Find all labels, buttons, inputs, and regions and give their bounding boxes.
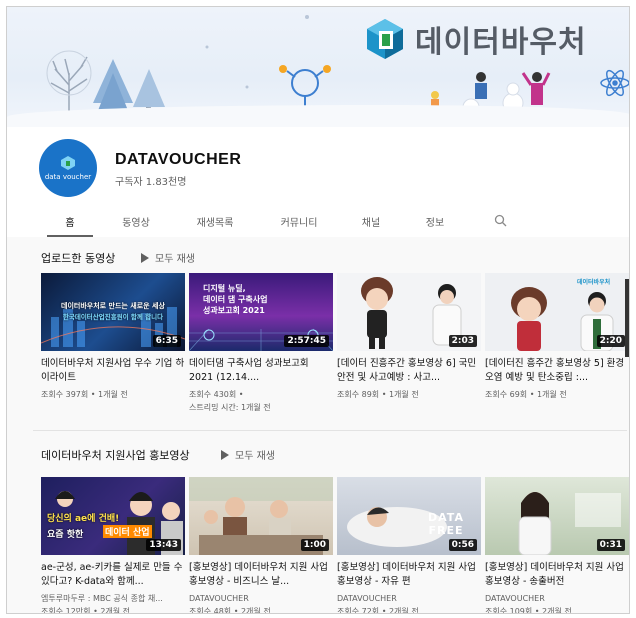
video-meta: 조회수 12만회 • 2개월 전 <box>41 607 131 614</box>
play-icon <box>141 252 149 263</box>
video-meta: 조회수 430회 • <box>189 390 244 399</box>
play-icon <box>221 449 229 460</box>
tab-playlists[interactable]: 재생목록 <box>185 211 245 237</box>
video-meta: 조회수 397회 • 1개월 전 <box>41 390 128 399</box>
tab-label: 커뮤니티 <box>280 218 318 229</box>
video-card[interactable]: 데이터바우처 2:20 [데이터진 흥주간 홍보영상 5] 환경오염 예방 및 … <box>485 273 629 401</box>
video-card[interactable]: 0:31 [홍보영상] 데이터바우처 지원 사업 홍보영상 - 송출버전 DAT… <box>485 477 629 614</box>
section-title-uploads: 업로드한 동영상 <box>41 252 116 265</box>
tab-about[interactable]: 정보 <box>415 211 455 237</box>
thumb-caption: 데이터 산업 <box>103 525 152 538</box>
play-all-label: 모두 재생 <box>155 254 195 265</box>
video-channel[interactable]: DATAVOUCHER <box>189 592 333 605</box>
thumb-caption: 데이터바우처로 만드는 새로운 세상 <box>61 302 165 310</box>
snow-ground <box>7 105 629 127</box>
tab-community[interactable]: 커뮤니티 <box>269 211 329 237</box>
magnifier-icon <box>279 65 331 107</box>
video-meta: 조회수 48회 • 2개월 전 <box>189 607 271 614</box>
video-meta: 조회수 72회 • 2개월 전 <box>337 607 419 614</box>
video-card[interactable]: 2:03 [데이터 진흥주간 홍보영상 6] 국민안전 및 사고예방 : 사고.… <box>337 273 481 401</box>
data-voucher-logo-icon <box>367 19 403 59</box>
video-thumbnail[interactable]: 2:03 <box>337 273 481 351</box>
video-title[interactable]: ae-군성, ae-키카를 실제로 만들 수 있다고? K-data와 함께..… <box>41 561 185 589</box>
thumb-caption: 데이터바우처 <box>577 279 611 286</box>
video-duration: 2:57:45 <box>284 335 329 347</box>
video-title[interactable]: 데이터바우처 지원사업 우수 기업 하이라이트 <box>41 357 185 385</box>
video-thumbnail[interactable]: 0:31 <box>485 477 629 555</box>
video-card[interactable]: 데이터바우처로 만드는 새로운 세상 한국데이터산업진흥원이 함께 합니다 6:… <box>41 273 185 401</box>
video-title[interactable]: [홍보영상] 데이터바우처 지원 사업 홍보영상 - 자유 편 <box>337 561 481 589</box>
video-duration: 1:00 <box>300 539 329 551</box>
video-thumbnail[interactable]: DATA FREE 0:56 <box>337 477 481 555</box>
bare-tree-icon <box>46 50 92 115</box>
channel-header: data voucher DATAVOUCHER 구독자 1.83천명 홈 동영… <box>7 127 629 237</box>
next-thumbnail-edge <box>625 279 629 357</box>
video-card[interactable]: 1:00 [홍보영상] 데이터바우처 지원 사업 홍보영상 - 비즈니스 날..… <box>189 477 333 614</box>
brand-logo: 데이터바우처 <box>365 17 587 61</box>
tab-home[interactable]: 홈 <box>47 211 93 237</box>
video-title[interactable]: [데이터진 흥주간 홍보영상 5] 환경오염 예방 및 탄소중립 :... <box>485 357 629 385</box>
thumb-caption: 요즘 핫한 <box>47 530 84 540</box>
video-meta: 조회수 69회 • 1개월 전 <box>485 390 567 399</box>
channel-banner: 데이터바우처 <box>7 7 629 127</box>
video-thumbnail[interactable]: 1:00 <box>189 477 333 555</box>
brand-name: 데이터바우처 <box>415 25 587 60</box>
video-title[interactable]: [데이터 진흥주간 홍보영상 6] 국민안전 및 사고예방 : 사고... <box>337 357 481 385</box>
video-meta: 스트리밍 시간: 1개월 전 <box>189 403 271 412</box>
video-title[interactable]: 데이터댐 구축사업 성과보고회 2021 (12.14.... <box>189 357 333 385</box>
video-duration: 0:56 <box>448 539 477 551</box>
video-card[interactable]: 당신의 ae에 건배! 요즘 핫한 데이터 산업 13:43 ae-군성, ae… <box>41 477 185 614</box>
channel-tabs: 홈 동영상 재생목록 커뮤니티 채널 정보 <box>7 211 629 237</box>
video-title[interactable]: [홍보영상] 데이터바우처 지원 사업 홍보영상 - 송출버전 <box>485 561 629 589</box>
video-thumbnail[interactable]: 데이터바우처 2:20 <box>485 273 629 351</box>
video-duration: 6:35 <box>152 335 181 347</box>
tab-label: 정보 <box>425 218 445 229</box>
video-thumbnail[interactable]: 데이터바우처로 만드는 새로운 세상 한국데이터산업진흥원이 함께 합니다 6:… <box>41 273 185 351</box>
atom-icon <box>600 69 629 97</box>
video-thumbnail[interactable]: 디지털 뉴딜, 데이터 댐 구축사업 성과보고회 2021 2:57:45 <box>189 273 333 351</box>
video-duration: 13:43 <box>146 539 181 551</box>
video-channel[interactable]: 엠투루마두루 : MBC 공식 종합 채... <box>41 592 185 605</box>
video-title[interactable]: [홍보영상] 데이터바우처 지원 사업 홍보영상 - 비즈니스 날... <box>189 561 333 589</box>
thumb-caption: 한국데이터산업진흥원이 함께 합니다 <box>62 313 164 321</box>
video-duration: 0:31 <box>596 539 625 551</box>
tab-channels[interactable]: 채널 <box>351 211 391 237</box>
avatar[interactable]: data voucher <box>39 139 97 197</box>
play-all-button[interactable]: 모두 재생 <box>221 447 275 462</box>
section-divider <box>33 430 627 431</box>
play-all-button[interactable]: 모두 재생 <box>141 250 195 265</box>
avatar-text: data voucher <box>44 172 92 181</box>
search-button[interactable] <box>485 211 515 237</box>
video-thumbnail[interactable]: 당신의 ae에 건배! 요즘 핫한 데이터 산업 13:43 <box>41 477 185 555</box>
tab-label: 재생목록 <box>196 218 234 229</box>
video-card[interactable]: 디지털 뉴딜, 데이터 댐 구축사업 성과보고회 2021 2:57:45 데이… <box>189 273 333 414</box>
video-meta: 조회수 89회 • 1개월 전 <box>337 390 419 399</box>
tab-videos[interactable]: 동영상 <box>111 211 161 237</box>
thumb-caption: 디지털 뉴딜, <box>203 284 246 293</box>
thumb-caption: DATA FREE <box>428 511 464 537</box>
play-all-label: 모두 재생 <box>235 451 275 462</box>
video-channel[interactable]: DATAVOUCHER <box>337 592 481 605</box>
video-channel[interactable]: DATAVOUCHER <box>485 592 629 605</box>
video-duration: 2:03 <box>448 335 477 347</box>
subscriber-count: 구독자 1.83천명 <box>115 177 187 188</box>
thumb-caption: 성과보고회 2021 <box>203 306 265 315</box>
video-card[interactable]: DATA FREE 0:56 [홍보영상] 데이터바우처 지원 사업 홍보영상 … <box>337 477 481 614</box>
data-voucher-logo-icon <box>61 155 75 170</box>
thumb-caption: 데이터 댐 구축사업 <box>203 295 268 304</box>
video-meta: 조회수 109회 • 2개월 전 <box>485 607 572 614</box>
thumb-caption: 당신의 ae에 건배! <box>47 514 120 524</box>
tab-label: 동영상 <box>122 218 150 229</box>
search-icon <box>494 214 506 227</box>
tab-label: 채널 <box>361 218 381 229</box>
video-duration: 2:20 <box>596 335 625 347</box>
browser-frame: 데이터바우처 data voucher DATAVOUCHER 구독자 1.83… <box>6 6 630 614</box>
section-title-promo: 데이터바우처 지원사업 홍보영상 <box>41 449 190 462</box>
channel-name: DATAVOUCHER <box>115 151 242 168</box>
tab-label: 홈 <box>65 218 75 229</box>
